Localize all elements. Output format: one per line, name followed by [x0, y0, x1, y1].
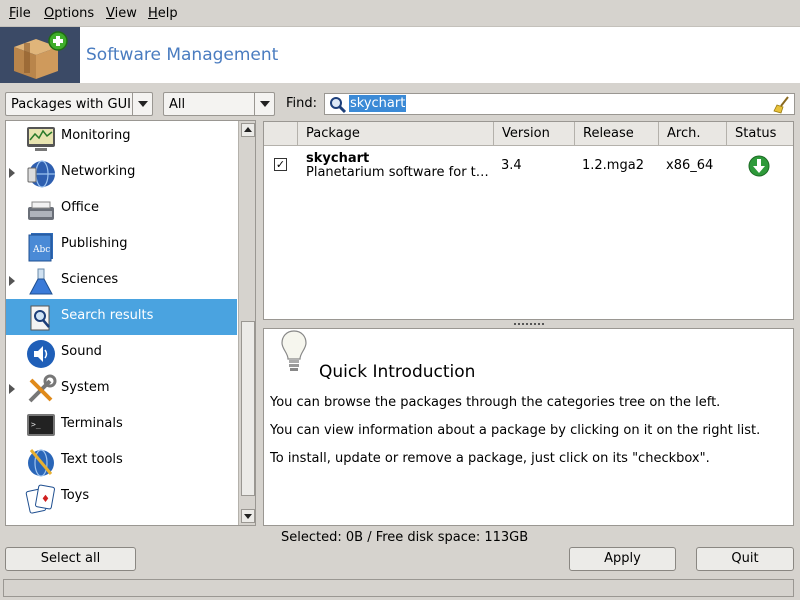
category-item-system[interactable]: System: [6, 371, 237, 407]
terminal-icon: >_: [27, 414, 55, 436]
category-item-search-results[interactable]: Search results: [6, 299, 237, 335]
info-title: Quick Introduction: [319, 362, 476, 382]
category-item-text-tools[interactable]: Text tools: [6, 443, 237, 479]
search-input[interactable]: skychart: [324, 93, 795, 115]
monitor-chart-icon: [27, 127, 55, 151]
column-header-version[interactable]: Version: [494, 122, 575, 146]
package-type-dropdown[interactable]: Packages with GUI: [5, 92, 153, 116]
package-summary: Planetarium software for t…: [306, 165, 489, 180]
package-checkbox[interactable]: ✓: [274, 158, 287, 171]
quit-button[interactable]: Quit: [696, 547, 794, 571]
menu-options[interactable]: Options: [44, 6, 94, 21]
category-item-toys[interactable]: ♦ Toys: [6, 479, 237, 515]
app-title: Software Management: [86, 45, 279, 65]
chevron-down-icon: [254, 93, 274, 115]
category-label: Sciences: [61, 272, 119, 287]
category-label: Monitoring: [61, 128, 131, 143]
package-name: skychart: [306, 151, 370, 166]
scroll-down-button[interactable]: [241, 509, 255, 523]
text-tools-icon: [28, 449, 54, 477]
speaker-icon: [27, 340, 55, 368]
category-scrollbar[interactable]: [238, 121, 255, 525]
tools-icon: [28, 374, 57, 403]
status-filter-dropdown[interactable]: All: [163, 92, 275, 116]
category-label: Publishing: [61, 236, 128, 251]
header-banner: Software Management: [0, 27, 800, 83]
info-line: To install, update or remove a package, …: [270, 451, 710, 466]
category-item-publishing[interactable]: Abc Publishing: [6, 227, 237, 263]
category-item-monitoring[interactable]: Monitoring: [6, 121, 237, 155]
svg-text:♦: ♦: [41, 494, 50, 505]
find-label: Find:: [286, 96, 318, 111]
category-label: Toys: [61, 488, 90, 503]
category-tree[interactable]: Monitoring Networking Office Abc Publish…: [5, 120, 256, 526]
package-arch: x86_64: [666, 158, 714, 173]
scroll-up-button[interactable]: [241, 123, 255, 137]
package-type-value: Packages with GUI: [11, 97, 131, 112]
package-release: 1.2.mga2: [582, 158, 644, 173]
clear-broom-icon[interactable]: [773, 96, 791, 114]
pane-splitter-handle[interactable]: [513, 322, 547, 326]
expander-icon[interactable]: [9, 276, 15, 286]
search-value: skychart: [349, 95, 407, 112]
category-label: Search results: [61, 308, 154, 323]
table-row[interactable]: ✓ skychart Planetarium software for t… 3…: [264, 147, 793, 183]
search-results-icon: [30, 305, 50, 331]
category-label: Office: [61, 200, 99, 215]
menu-bar: File Options View Help: [0, 0, 800, 27]
chevron-down-icon: [132, 93, 152, 115]
package-list[interactable]: Package Version Release Arch. Status ✓ s…: [263, 121, 794, 320]
select-all-button[interactable]: Select all: [5, 547, 136, 571]
status-filter-value: All: [169, 97, 186, 112]
download-icon: [748, 155, 770, 177]
scroll-thumb[interactable]: [241, 321, 255, 496]
category-label: System: [61, 380, 110, 395]
package-version: 3.4: [501, 158, 522, 173]
svg-text:Abc: Abc: [32, 245, 50, 255]
info-line: You can browse the packages through the …: [270, 395, 721, 410]
menu-view[interactable]: View: [106, 6, 137, 21]
menu-file[interactable]: File: [9, 6, 31, 21]
category-item-sound[interactable]: Sound: [6, 335, 237, 371]
menu-help[interactable]: Help: [148, 6, 178, 21]
column-header-package[interactable]: Package: [298, 122, 494, 146]
category-item-office[interactable]: Office: [6, 191, 237, 227]
globe-network-icon: [27, 160, 55, 188]
category-label: Text tools: [61, 452, 123, 467]
column-header-status[interactable]: Status: [727, 122, 793, 146]
category-item-terminals[interactable]: >_ Terminals: [6, 407, 237, 443]
playing-cards-icon: ♦: [25, 484, 55, 514]
expander-icon[interactable]: [9, 168, 15, 178]
category-label: Sound: [61, 344, 102, 359]
info-line: You can view information about a package…: [270, 423, 761, 438]
category-label: Terminals: [61, 416, 123, 431]
status-text: Selected: 0B / Free disk space: 113GB: [281, 530, 529, 545]
lightbulb-icon: [281, 330, 307, 371]
flask-icon: [29, 268, 53, 295]
typewriter-icon: [28, 201, 54, 220]
apply-button[interactable]: Apply: [569, 547, 676, 571]
column-header-arch[interactable]: Arch.: [659, 122, 727, 146]
category-item-networking[interactable]: Networking: [6, 155, 237, 191]
column-header-release[interactable]: Release: [575, 122, 659, 146]
column-header-check[interactable]: [264, 122, 298, 146]
expander-icon[interactable]: [9, 384, 15, 394]
package-info-panel: Quick Introduction You can browse the pa…: [263, 328, 794, 526]
progress-bar: [3, 579, 794, 597]
category-item-sciences[interactable]: Sciences: [6, 263, 237, 299]
package-box-add-icon: [0, 27, 80, 83]
category-label: Networking: [61, 164, 136, 179]
search-icon: [329, 96, 347, 114]
svg-text:>_: >_: [31, 420, 41, 429]
book-abc-icon: Abc: [28, 233, 53, 262]
